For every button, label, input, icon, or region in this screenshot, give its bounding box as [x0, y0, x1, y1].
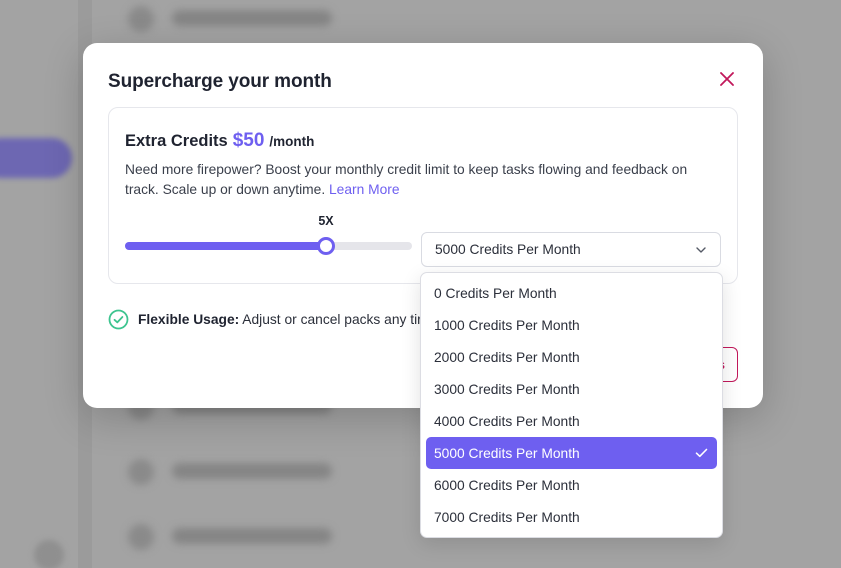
dropdown-option[interactable]: 6000 Credits Per Month — [426, 469, 717, 501]
dropdown-option[interactable]: 7000 Credits Per Month — [426, 501, 717, 533]
dropdown-option-label: 7000 Credits Per Month — [434, 509, 580, 525]
select-value: 5000 Credits Per Month — [435, 242, 581, 257]
card-description: Need more firepower? Boost your monthly … — [125, 160, 715, 200]
feature-flexible-usage: Flexible Usage: Adjust or cancel packs a… — [108, 309, 422, 330]
dropdown-option-label: 2000 Credits Per Month — [434, 349, 580, 365]
feature-title: Flexible Usage: — [138, 312, 240, 327]
dropdown-option[interactable]: 3000 Credits Per Month — [426, 373, 717, 405]
background-row — [128, 522, 338, 550]
check-icon — [695, 448, 708, 458]
credits-select[interactable]: 5000 Credits Per Month — [421, 232, 721, 267]
dropdown-option[interactable]: 1000 Credits Per Month — [426, 309, 717, 341]
description-text: Need more firepower? Boost your monthly … — [125, 162, 688, 197]
learn-more-link[interactable]: Learn More — [329, 182, 400, 197]
check-circle-icon — [108, 309, 129, 330]
background-row — [128, 457, 338, 485]
dropdown-option[interactable]: 4000 Credits Per Month — [426, 405, 717, 437]
dropdown-option-label: 0 Credits Per Month — [434, 285, 557, 301]
dropdown-option-label: 3000 Credits Per Month — [434, 381, 580, 397]
dropdown-option-label: 1000 Credits Per Month — [434, 317, 580, 333]
dropdown-option[interactable]: 0 Credits Per Month — [426, 277, 717, 309]
feature-text: Adjust or cancel packs any tir — [242, 312, 422, 327]
modal-title: Supercharge your month — [108, 71, 332, 92]
credits-slider[interactable]: 5X — [125, 214, 412, 255]
background-row — [128, 4, 338, 32]
dropdown-option[interactable]: 2000 Credits Per Month — [426, 341, 717, 373]
dropdown-option-label: 4000 Credits Per Month — [434, 413, 580, 429]
credits-dropdown-list: 0 Credits Per Month 1000 Credits Per Mont… — [420, 272, 723, 538]
close-button[interactable] — [716, 68, 738, 90]
dropdown-option-label: 5000 Credits Per Month — [434, 445, 580, 461]
dropdown-option[interactable]: 5000 Credits Per Month — [426, 437, 717, 469]
background-active-nav — [0, 138, 72, 178]
plan-price: $50 — [232, 130, 265, 151]
close-icon — [720, 72, 734, 86]
card-heading: Extra Credits $50 /month — [125, 130, 314, 152]
chevron-down-icon — [696, 247, 706, 253]
plan-period: /month — [269, 134, 315, 149]
plan-name: Extra Credits — [125, 132, 228, 150]
slider-fill — [125, 242, 326, 250]
dropdown-option-label: 6000 Credits Per Month — [434, 477, 580, 493]
slider-thumb[interactable] — [317, 237, 335, 255]
background-avatar — [34, 540, 64, 568]
slider-value-label: 5X — [318, 214, 334, 228]
extra-credits-card: Extra Credits $50 /month Need more firep… — [108, 107, 738, 284]
